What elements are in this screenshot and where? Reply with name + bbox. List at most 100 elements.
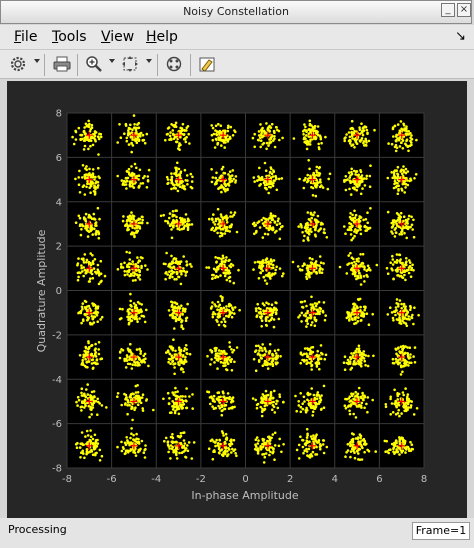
received-point [314, 270, 318, 274]
menu-file[interactable]: File [14, 29, 37, 45]
received-point [140, 215, 144, 219]
x-tick-label: -4 [151, 474, 161, 485]
received-point [348, 360, 352, 363]
received-point [182, 133, 186, 137]
received-point [278, 437, 282, 441]
received-point [175, 440, 178, 444]
received-point [307, 447, 311, 451]
received-point [171, 129, 175, 132]
received-point [140, 439, 144, 443]
received-point [83, 130, 86, 134]
received-point [175, 183, 178, 186]
received-point [80, 305, 84, 309]
received-point [222, 317, 226, 320]
received-point [179, 143, 182, 147]
received-point [261, 143, 264, 146]
received-point [176, 405, 180, 409]
received-point [217, 138, 221, 142]
received-point [185, 270, 189, 274]
received-point [271, 451, 275, 455]
received-point [315, 302, 319, 305]
fit-to-view-icon[interactable] [120, 54, 140, 74]
received-point [135, 317, 139, 321]
received-point [311, 305, 315, 309]
received-point [219, 442, 222, 446]
received-point [230, 369, 234, 372]
received-point [182, 255, 185, 258]
received-point [386, 210, 390, 214]
received-point [301, 231, 304, 234]
received-point [229, 125, 233, 129]
received-point [278, 237, 282, 241]
highlight-icon[interactable] [197, 54, 217, 74]
menu-tools[interactable]: Tools [52, 29, 87, 45]
received-point [208, 396, 212, 399]
received-point [134, 454, 138, 457]
fit-dropdown-icon[interactable] [146, 59, 152, 63]
received-point [81, 318, 85, 321]
print-icon[interactable] [52, 54, 72, 74]
received-point [321, 352, 324, 356]
received-point [138, 168, 142, 172]
received-point [77, 275, 80, 279]
received-point [84, 122, 88, 126]
received-point [180, 180, 184, 183]
received-point [81, 224, 84, 228]
received-point [124, 396, 128, 400]
received-point [179, 368, 183, 371]
received-point [171, 314, 174, 318]
received-point [172, 214, 175, 217]
received-point [211, 405, 214, 408]
received-point [228, 355, 231, 359]
received-point [171, 346, 175, 350]
received-point [316, 130, 319, 134]
received-point [100, 404, 104, 407]
received-point [116, 395, 119, 399]
received-point [174, 316, 177, 320]
constellation-plot[interactable]: -8 -6 -4 -2 0 2 4 6 8-8-6-4-202468 In-phase Ampl… [7, 81, 467, 518]
zoom-in-icon[interactable] [84, 54, 104, 74]
received-point [126, 398, 129, 402]
settings-dropdown-icon[interactable] [34, 59, 40, 63]
received-point [310, 368, 314, 371]
received-point [215, 182, 218, 185]
received-point [86, 393, 90, 396]
received-point [122, 179, 126, 183]
received-point [274, 352, 278, 355]
settings-icon[interactable] [8, 54, 28, 74]
dock-arrow-icon[interactable]: ↘ [455, 29, 466, 44]
received-point [309, 323, 313, 327]
received-point [386, 272, 390, 275]
received-point [227, 303, 231, 306]
received-point [306, 434, 309, 437]
received-point [392, 277, 395, 281]
menu-view[interactable]: View [101, 29, 134, 45]
received-point [213, 361, 216, 364]
received-point [273, 431, 277, 435]
received-point [125, 359, 129, 362]
received-point [83, 193, 87, 196]
received-point [141, 407, 144, 410]
zoom-dropdown-icon[interactable] [109, 59, 115, 63]
received-point [298, 268, 302, 271]
received-point [143, 174, 146, 178]
received-point [398, 316, 401, 319]
received-point [136, 403, 140, 407]
received-point [214, 356, 217, 360]
received-point [353, 302, 356, 306]
received-point [315, 353, 319, 357]
received-point [86, 182, 89, 185]
menu-help[interactable]: Help [146, 29, 178, 45]
received-point [268, 349, 272, 353]
received-point [268, 224, 272, 228]
received-point [184, 319, 188, 323]
received-point [186, 444, 189, 447]
received-point [180, 272, 183, 276]
received-point [79, 442, 82, 446]
received-point [166, 440, 170, 444]
received-point [306, 322, 310, 325]
received-point [166, 273, 169, 276]
received-point [81, 358, 84, 362]
received-point [226, 450, 229, 453]
constellation-icon[interactable] [164, 54, 184, 74]
